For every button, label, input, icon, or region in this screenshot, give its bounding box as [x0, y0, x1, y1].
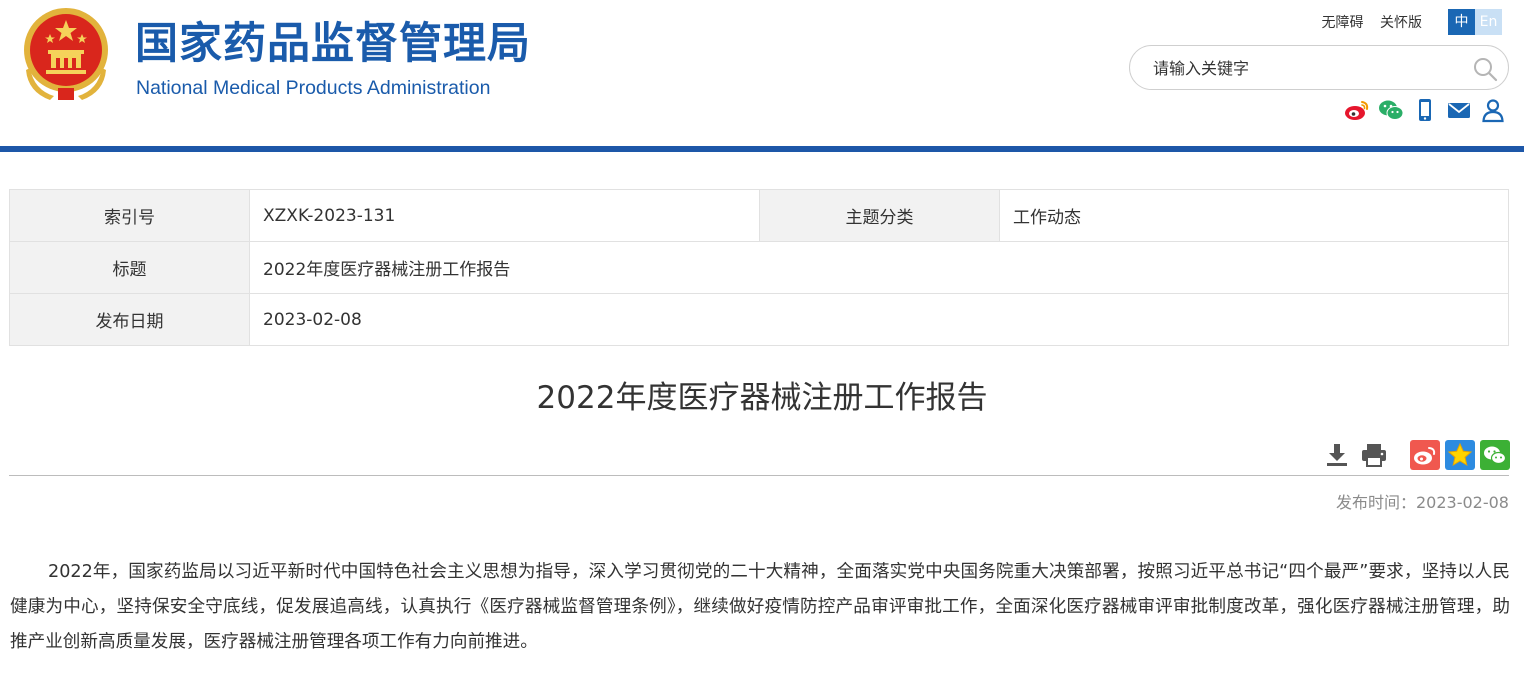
accessibility-link[interactable]: 无障碍 — [1322, 15, 1364, 31]
site-header: 国家药品监督管理局 National Medical Products Admi… — [0, 0, 1524, 146]
site-title-cn[interactable]: 国家药品监督管理局 — [135, 18, 531, 70]
download-icon[interactable] — [1324, 442, 1350, 468]
index-label: 索引号 — [9, 189, 250, 242]
mobile-icon[interactable] — [1412, 97, 1438, 123]
table-row: 索引号 XZXK-2023-131 主题分类 工作动态 — [9, 189, 1509, 242]
social-links — [1344, 97, 1514, 123]
favorite-icon[interactable] — [1445, 440, 1475, 470]
weibo-icon[interactable] — [1344, 97, 1370, 123]
table-row: 标题 2022年度医疗器械注册工作报告 — [9, 241, 1509, 294]
article-title: 2022年度医疗器械注册工作报告 — [536, 380, 988, 416]
lang-en-button[interactable]: En — [1475, 9, 1502, 35]
category-label: 主题分类 — [759, 189, 1000, 242]
category-value: 工作动态 — [999, 189, 1509, 242]
title-value: 2022年度医疗器械注册工作报告 — [249, 241, 1509, 294]
wechat-icon[interactable] — [1378, 97, 1404, 123]
header-divider-bar — [0, 146, 1524, 152]
article-paragraph: 2022年，国家药监局以习近平新时代中国特色社会主义思想为指导，深入学习贯彻党的… — [10, 562, 1510, 652]
document-info-table: 索引号 XZXK-2023-131 主题分类 工作动态 标题 2022年度医疗器… — [9, 189, 1509, 346]
national-emblem-icon[interactable] — [20, 6, 112, 100]
search-box — [1129, 45, 1509, 90]
weibo-share-icon[interactable] — [1410, 440, 1440, 470]
top-links: 无障碍 关怀版 — [1310, 12, 1422, 32]
title-label: 标题 — [9, 241, 250, 294]
print-icon[interactable] — [1360, 442, 1388, 468]
article-tools — [1324, 440, 1510, 470]
wechat-share-icon[interactable] — [1480, 440, 1510, 470]
user-icon[interactable] — [1480, 97, 1506, 123]
search-input[interactable] — [1153, 56, 1453, 80]
index-value: XZXK-2023-131 — [249, 189, 760, 242]
mail-icon[interactable] — [1446, 97, 1472, 123]
language-switch: 中 En — [1448, 9, 1502, 35]
table-row: 发布日期 2023-02-08 — [9, 293, 1509, 346]
care-mode-link[interactable]: 关怀版 — [1380, 15, 1422, 31]
publish-time: 发布时间：2023-02-08 — [1336, 493, 1509, 512]
date-label: 发布日期 — [9, 293, 250, 346]
search-icon[interactable] — [1472, 56, 1498, 82]
title-divider — [9, 475, 1509, 476]
site-title-en[interactable]: National Medical Products Administration — [136, 76, 490, 100]
date-value: 2023-02-08 — [249, 293, 1509, 346]
lang-zh-button[interactable]: 中 — [1448, 9, 1475, 35]
